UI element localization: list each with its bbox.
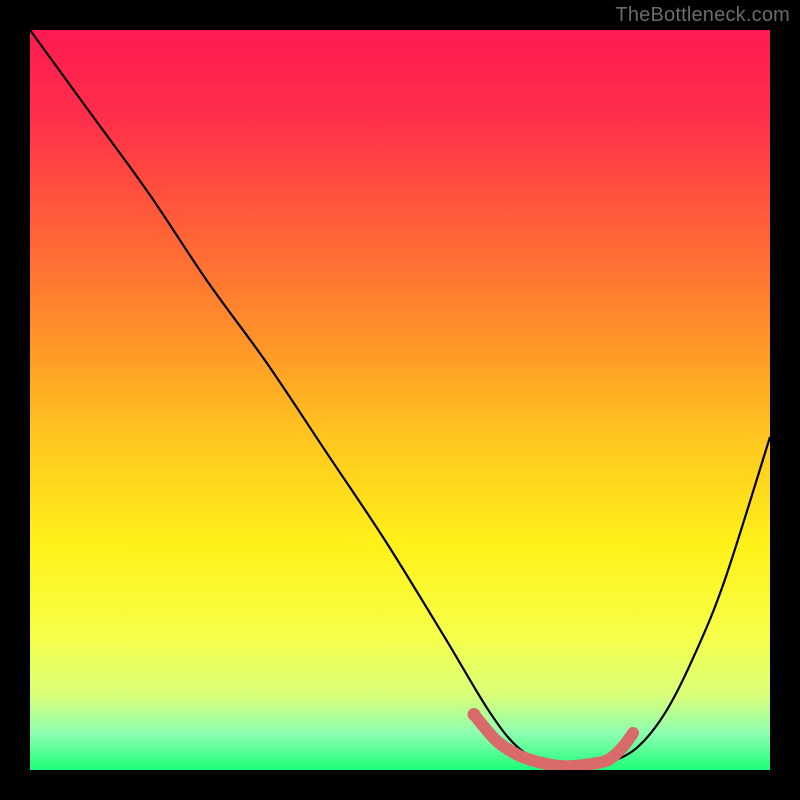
- bottleneck-chart: [30, 30, 770, 770]
- chart-frame: TheBottleneck.com: [0, 0, 800, 800]
- gradient-background: [30, 30, 770, 770]
- optimal-range-dots: [468, 708, 481, 721]
- optimal-dot: [468, 708, 481, 721]
- watermark-text: TheBottleneck.com: [615, 4, 790, 27]
